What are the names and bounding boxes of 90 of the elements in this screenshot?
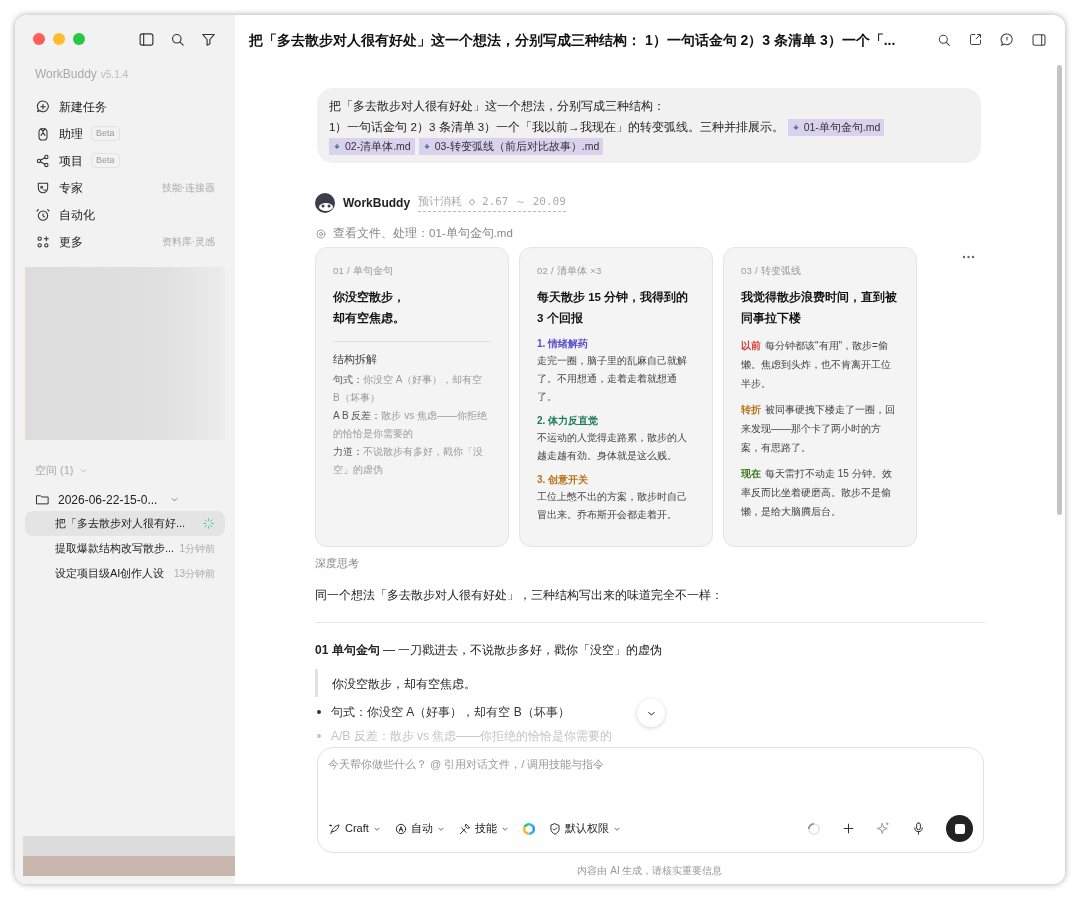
toolbar-dropdown-button[interactable]: 自动: [393, 820, 446, 837]
timestamp: 1分钟前: [179, 541, 215, 556]
eye-icon: [315, 227, 327, 240]
card-title: 你没空散步， 却有空焦虑。: [333, 289, 406, 326]
chat-bubble-icon[interactable]: [999, 32, 1015, 48]
message-text: 1）一句话金句 2）3 条清单 3）一个「我以前→我现在」的转变弧线。三种并排展示。: [329, 120, 784, 135]
card-title: 每天散步 15 分钟，我得到的 3 个回报: [537, 289, 690, 326]
nav-item[interactable]: 新建任务: [59, 97, 107, 116]
beta-badge: Beta: [91, 126, 120, 141]
list-text: 走完一圈，脑子里的乱麻自己就解了。不用想通，走着走着就想通了。: [537, 353, 688, 404]
answer-heading: 01 单句金句 — 一刀戳进去，不说散步多好，戳你「没空」的虚伪: [315, 641, 664, 659]
nav-item[interactable]: 项目: [59, 151, 83, 170]
folder-icon: [35, 492, 50, 507]
agent-name: WorkBuddy: [343, 195, 411, 212]
download-arrow-icon: [333, 142, 341, 151]
tool-step[interactable]: 查看文件、处理：01-单句金句.md: [333, 225, 513, 243]
project-icon: [35, 152, 51, 169]
story-text: 以前 每分钟都该"有用"，散步=偷懒。焦虑到头炸，也不肯离开工位半步。: [741, 338, 892, 391]
folder-name[interactable]: 2026-06-22-15-0...: [58, 490, 158, 509]
answer-paragraph: 同一个想法「多去散步对人很有好处」，三种结构写出来的味道完全不一样：: [315, 586, 724, 604]
loading-spinner-icon: [202, 516, 215, 530]
list-item-text: 句式：你没空 A（好事），却有空 B（坏事）: [331, 703, 570, 721]
sidebar-toggle-icon[interactable]: [138, 30, 155, 48]
card-label: 03 / 转变弧线: [741, 264, 803, 279]
timestamp: 13分钟前: [173, 566, 215, 581]
nav-item[interactable]: 自动化: [59, 205, 95, 224]
auto-mode-icon: [393, 821, 408, 836]
list-heading: 2. 体力反直觉: [537, 413, 600, 428]
nav-hint: 资料库·灵感: [161, 235, 215, 249]
breakdown-text: A B 反差：散步 vs 焦虑——你拒绝的恰恰是你需要的: [333, 409, 488, 442]
quill-icon: [328, 821, 342, 836]
sparkle-icon[interactable]: [876, 821, 891, 836]
beta-badge: Beta: [91, 153, 120, 168]
story-text: 现在 每天雷打不动走 15 分钟。效率反而比坐着硬磨高。散步不是偷懒，是给大脑腾后台。: [741, 466, 893, 519]
task-item[interactable]: 设定项目级AI创作人设 13分钟前: [25, 560, 225, 586]
breakdown-text: 力道：不说散步有多好，戳你「没空」的虚伪: [333, 445, 484, 478]
section-heading: 结构拆解: [333, 351, 378, 367]
assistant-icon: [35, 125, 51, 142]
bullet-icon: [317, 733, 321, 738]
download-arrow-icon: [791, 123, 800, 132]
task-item[interactable]: 提取爆款结构改写散步... 1分钟前: [25, 535, 225, 561]
app-name: WorkBuddy: [35, 66, 97, 83]
panel-toggle-icon[interactable]: [1031, 32, 1047, 48]
shield-check-icon: [547, 821, 562, 836]
thinking-label[interactable]: 深度思考: [315, 555, 985, 572]
card-title: 我觉得散步浪费时间，直到被同事拉下楼: [741, 289, 898, 326]
stop-button[interactable]: [946, 815, 973, 842]
story-text: 转折 被同事硬拽下楼走了一圈，回来发现——那个卡了两小时的方案，有思路了。: [741, 402, 896, 455]
download-arrow-icon: [422, 142, 431, 151]
toolbar-dropdown-button[interactable]: 技能: [457, 820, 510, 837]
loading-spinner-icon: [807, 821, 821, 836]
search-icon[interactable]: [936, 32, 952, 48]
apps-icon: [35, 233, 51, 250]
message-input-field[interactable]: 今天帮你做些什么？ @ 引用对话文件，/ 调用技能与指令: [328, 756, 973, 773]
new-task-icon: [35, 98, 51, 115]
more-options-icon[interactable]: [962, 255, 975, 260]
avatar-icon: [315, 193, 335, 213]
list-text: 工位上憋不出的方案，散步时自己冒出来。乔布斯开会都走着开。: [537, 489, 688, 522]
microphone-icon[interactable]: [911, 821, 926, 836]
nav-item[interactable]: 更多: [59, 232, 83, 251]
card-label: 01 / 单句金句: [333, 264, 395, 279]
tools-icon: [457, 821, 472, 836]
nav-item[interactable]: 专家: [59, 178, 83, 197]
cost-estimate: 预计消耗 ◇ 2.67 ～ 20.09: [418, 194, 566, 212]
toolbar-dropdown-button[interactable]: Craft: [328, 820, 382, 837]
block-quote: 你没空散步，却有空焦虑。: [332, 676, 476, 691]
file-chip[interactable]: 03-转变弧线（前后对比故事）.md: [418, 138, 604, 155]
card-label: 02 / 清单体 ×3: [537, 264, 603, 279]
plus-icon[interactable]: [841, 821, 856, 836]
toolbar-dropdown-button[interactable]: 默认权限: [547, 820, 622, 837]
list-heading: 3. 创意开关: [537, 472, 590, 487]
alarm-clock-icon: [35, 206, 51, 223]
task-item[interactable]: 把「多去散步对人很有好...: [25, 510, 225, 536]
stop-icon: [954, 823, 965, 834]
scrollbar-thumb[interactable]: [1057, 65, 1062, 515]
bullet-icon: [317, 709, 321, 714]
breakdown-text: 句式：你没空 A（好事），却有空 B（坏事）: [333, 373, 484, 406]
disclaimer-text: 内容由 AI 生成，请核实重要信息: [576, 864, 724, 878]
message-text: 把「多去散步对人很有好处」这一个想法，分别写成三种结构：: [329, 99, 666, 114]
nav-hint: 技能·连接器: [161, 181, 215, 195]
window-control-button[interactable]: [33, 33, 45, 45]
hexagon-logo-icon[interactable]: [521, 821, 536, 836]
list-text: 不运动的人觉得走路累，散步的人越走越有劲。身体就是这么贱。: [537, 430, 688, 463]
file-chip[interactable]: 02-清单体.md: [329, 138, 415, 155]
conversation-title: 把「多去散步对人很有好处」这一个想法，分别写成三种结构： 1）一句话金句 2）3 条清单 3）一个「...: [249, 30, 896, 50]
nav-item[interactable]: 助理: [59, 124, 83, 143]
section-label: 空间 (1): [35, 463, 74, 478]
list-heading: 1. 情绪解药: [537, 336, 590, 351]
share-icon[interactable]: [968, 32, 983, 47]
file-chip[interactable]: 01-单句金句.md: [787, 119, 885, 136]
